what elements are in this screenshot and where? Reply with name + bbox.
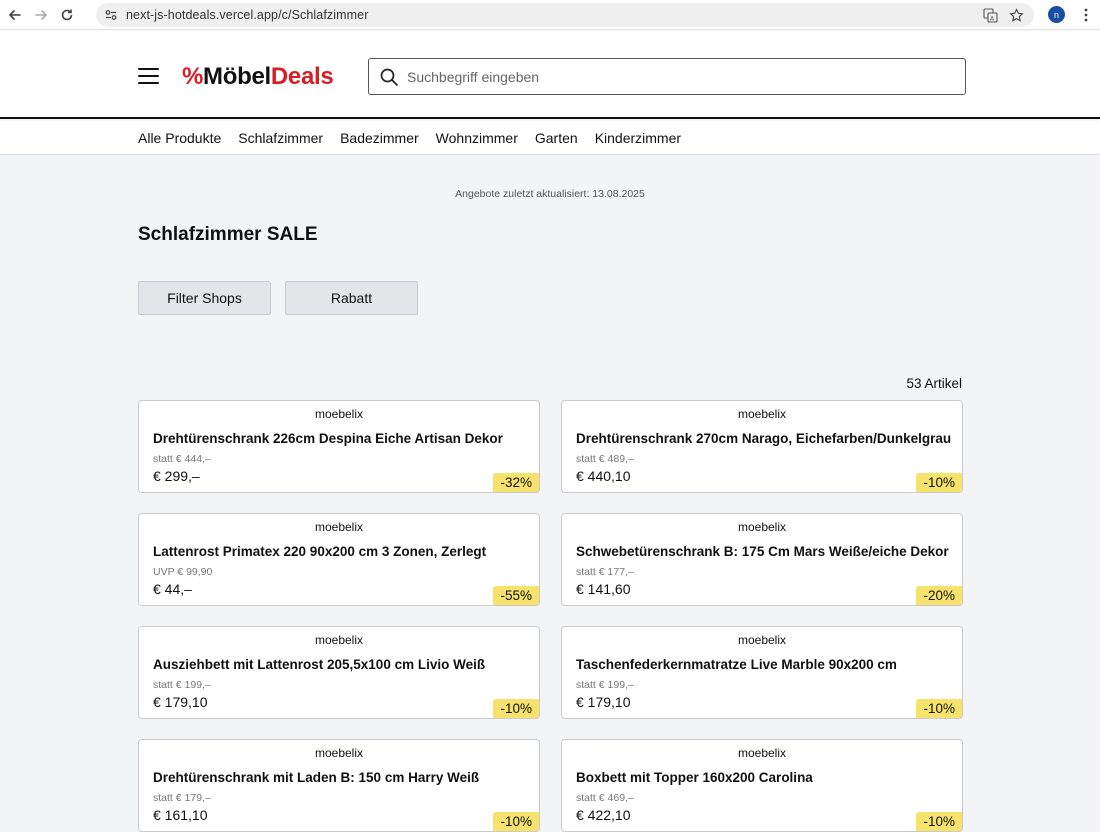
browser-toolbar: next-js-hotdeals.vercel.app/c/Schlafzimm… xyxy=(0,0,1100,30)
sale-price: € 299,– xyxy=(153,468,200,484)
translate-icon[interactable]: A xyxy=(980,5,1000,25)
product-card[interactable]: moebelix Taschenfederkernmatratze Live M… xyxy=(561,626,963,719)
bookmark-star-icon[interactable] xyxy=(1006,5,1026,25)
discount-badge: -10% xyxy=(916,473,962,492)
discount-badge: -32% xyxy=(493,473,539,492)
site-logo[interactable]: %MöbelDeals xyxy=(182,63,334,91)
original-price: statt € 179,– xyxy=(153,792,211,804)
product-title[interactable]: Drehtürenschrank 270cm Narago, Eichefarb… xyxy=(576,431,951,446)
discount-badge: -10% xyxy=(493,699,539,718)
profile-avatar[interactable]: n xyxy=(1048,6,1065,23)
discount-badge: -10% xyxy=(493,812,539,831)
hamburger-menu-icon[interactable] xyxy=(138,68,159,84)
product-title[interactable]: Drehtürenschrank mit Laden B: 150 cm Har… xyxy=(153,770,479,785)
logo-percent: % xyxy=(182,63,204,90)
product-card[interactable]: moebelix Lattenrost Primatex 220 90x200 … xyxy=(138,513,540,606)
shop-name: moebelix xyxy=(737,746,787,760)
original-price: statt € 199,– xyxy=(576,679,634,691)
category-nav: Alle Produkte Schlafzimmer Badezimmer Wo… xyxy=(0,121,1100,155)
browser-menu-icon[interactable] xyxy=(1078,4,1094,26)
product-card[interactable]: moebelix Drehtürenschrank mit Laden B: 1… xyxy=(138,739,540,832)
rabatt-sort-button[interactable]: Rabatt xyxy=(285,281,418,315)
sale-price: € 440,10 xyxy=(576,468,631,484)
original-price: statt € 444,– xyxy=(153,453,211,465)
product-title[interactable]: Schwebetürenschrank B: 175 Cm Mars Weiße… xyxy=(576,544,949,559)
article-count: 53 Artikel xyxy=(906,376,962,391)
forward-arrow-icon[interactable] xyxy=(28,2,54,28)
search-input[interactable] xyxy=(407,68,947,85)
product-grid: moebelix Drehtürenschrank 226cm Despina … xyxy=(138,400,963,832)
last-updated-text: Angebote zuletzt aktualisiert: 13.08.202… xyxy=(455,188,645,200)
address-bar[interactable]: next-js-hotdeals.vercel.app/c/Schlafzimm… xyxy=(96,3,1034,27)
product-card[interactable]: moebelix Schwebetürenschrank B: 175 Cm M… xyxy=(561,513,963,606)
reload-icon[interactable] xyxy=(54,2,80,28)
nav-item-garten[interactable]: Garten xyxy=(535,130,578,146)
sale-price: € 161,10 xyxy=(153,807,208,823)
shop-name: moebelix xyxy=(314,520,364,534)
sale-price: € 179,10 xyxy=(576,694,631,710)
product-card[interactable]: moebelix Drehtürenschrank 226cm Despina … xyxy=(138,400,540,493)
product-title[interactable]: Boxbett mit Topper 160x200 Carolina xyxy=(576,770,813,785)
product-title[interactable]: Taschenfederkernmatratze Live Marble 90x… xyxy=(576,657,897,672)
product-title[interactable]: Drehtürenschrank 226cm Despina Eiche Art… xyxy=(153,431,503,446)
shop-name: moebelix xyxy=(314,633,364,647)
page-title: Schlafzimmer SALE xyxy=(138,224,318,245)
nav-item-wohnzimmer[interactable]: Wohnzimmer xyxy=(436,130,518,146)
sale-price: € 179,10 xyxy=(153,694,208,710)
search-box[interactable] xyxy=(368,58,966,95)
logo-deals: Deals xyxy=(270,63,334,90)
product-card[interactable]: moebelix Boxbett mit Topper 160x200 Caro… xyxy=(561,739,963,832)
nav-item-alle-produkte[interactable]: Alle Produkte xyxy=(138,130,221,146)
url-text[interactable]: next-js-hotdeals.vercel.app/c/Schlafzimm… xyxy=(126,8,369,22)
original-price: statt € 177,– xyxy=(576,566,634,578)
discount-badge: -55% xyxy=(493,586,539,605)
product-title[interactable]: Lattenrost Primatex 220 90x200 cm 3 Zone… xyxy=(153,544,486,559)
filter-shops-button[interactable]: Filter Shops xyxy=(138,281,271,315)
back-arrow-icon[interactable] xyxy=(2,2,28,28)
shop-name: moebelix xyxy=(737,520,787,534)
shop-name: moebelix xyxy=(737,407,787,421)
original-price: statt € 199,– xyxy=(153,679,211,691)
discount-badge: -20% xyxy=(916,586,962,605)
logo-moebel: Möbel xyxy=(203,63,271,90)
product-card[interactable]: moebelix Drehtürenschrank 270cm Narago, … xyxy=(561,400,963,493)
original-price: statt € 469,– xyxy=(576,792,634,804)
original-price: statt € 489,– xyxy=(576,453,634,465)
discount-badge: -10% xyxy=(916,699,962,718)
site-settings-icon[interactable] xyxy=(102,6,120,24)
sale-price: € 141,60 xyxy=(576,581,631,597)
sale-price: € 422,10 xyxy=(576,807,631,823)
search-icon xyxy=(380,68,398,86)
product-title[interactable]: Ausziehbett mit Lattenrost 205,5x100 cm … xyxy=(153,657,485,672)
discount-badge: -10% xyxy=(916,812,962,831)
nav-item-kinderzimmer[interactable]: Kinderzimmer xyxy=(595,130,681,146)
original-price: UVP € 99,90 xyxy=(153,566,213,578)
site-header: %MöbelDeals xyxy=(0,31,1100,119)
sale-price: € 44,– xyxy=(153,581,192,597)
shop-name: moebelix xyxy=(314,407,364,421)
product-card[interactable]: moebelix Ausziehbett mit Lattenrost 205,… xyxy=(138,626,540,719)
shop-name: moebelix xyxy=(314,746,364,760)
nav-item-badezimmer[interactable]: Badezimmer xyxy=(340,130,419,146)
shop-name: moebelix xyxy=(737,633,787,647)
nav-item-schlafzimmer[interactable]: Schlafzimmer xyxy=(238,130,323,146)
